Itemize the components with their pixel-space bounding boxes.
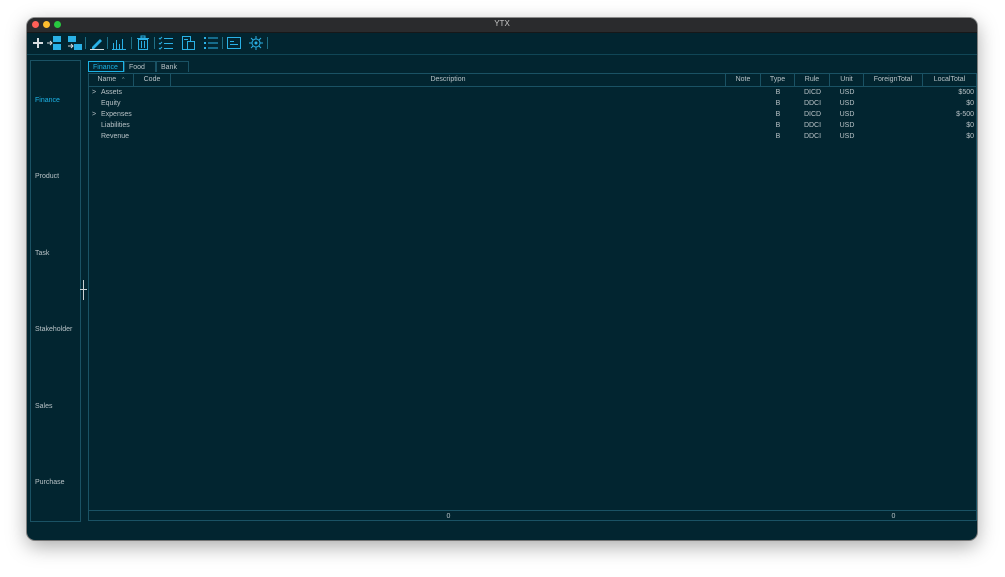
column-header-type[interactable]: Type bbox=[761, 74, 795, 86]
row-local-total: $0 bbox=[966, 100, 974, 107]
row-type: B bbox=[775, 122, 781, 129]
row-type: B bbox=[775, 111, 781, 118]
insert-left-icon[interactable] bbox=[46, 35, 62, 51]
insert-right-icon[interactable] bbox=[67, 35, 83, 51]
window-title: YTX bbox=[494, 19, 510, 28]
table-row[interactable]: > Expenses B DICD USD $-500 bbox=[89, 109, 976, 120]
sidebar-splitter-handle[interactable] bbox=[80, 280, 87, 300]
row-type: B bbox=[775, 100, 781, 107]
tab-finance[interactable]: Finance bbox=[88, 61, 124, 72]
column-header-description[interactable]: Description bbox=[171, 74, 726, 86]
sidebar-item-purchase[interactable]: Purchase bbox=[31, 479, 80, 486]
app-window: YTX Finance Product Task Stakeholder Sal… bbox=[27, 18, 977, 540]
list-icon[interactable] bbox=[203, 35, 219, 51]
row-type: B bbox=[775, 89, 781, 96]
tab-bank[interactable]: Bank bbox=[156, 61, 189, 72]
accounts-tree-table: Name ^ Code Description Note Type Rule Un… bbox=[88, 73, 977, 521]
sidebar-item-task[interactable]: Task bbox=[31, 250, 80, 257]
row-unit: USD bbox=[839, 133, 855, 140]
column-header-unit[interactable]: Unit bbox=[830, 74, 864, 86]
expand-chevron-icon[interactable]: > bbox=[92, 87, 96, 98]
row-rule: DDCI bbox=[803, 100, 822, 107]
sort-indicator-icon: ^ bbox=[122, 77, 125, 83]
sidebar-item-sales[interactable]: Sales bbox=[31, 403, 80, 410]
column-header-note[interactable]: Note bbox=[726, 74, 761, 86]
sidebar-item-finance[interactable]: Finance bbox=[31, 97, 80, 104]
table-row[interactable]: > Assets B DICD USD $500 bbox=[89, 87, 976, 98]
column-header-code[interactable]: Code bbox=[134, 74, 171, 86]
chart-icon[interactable] bbox=[111, 35, 127, 51]
row-rule: DICD bbox=[803, 111, 822, 118]
terminal-icon[interactable] bbox=[226, 35, 242, 51]
plus-icon[interactable] bbox=[30, 35, 46, 51]
row-local-total: $500 bbox=[958, 89, 974, 96]
column-header-rule[interactable]: Rule bbox=[795, 74, 830, 86]
row-type: B bbox=[775, 133, 781, 140]
toolbar bbox=[27, 33, 977, 53]
title-bar: YTX bbox=[27, 18, 977, 33]
sidebar-item-product[interactable]: Product bbox=[31, 173, 80, 180]
row-name: Revenue bbox=[101, 133, 130, 140]
footer-foreign-total: 0 bbox=[891, 513, 896, 520]
row-rule: DDCI bbox=[803, 122, 822, 129]
table-row[interactable]: Revenue B DDCI USD $0 bbox=[89, 131, 976, 142]
row-unit: USD bbox=[839, 89, 855, 96]
row-unit: USD bbox=[839, 100, 855, 107]
row-unit: USD bbox=[839, 122, 855, 129]
settings-icon[interactable] bbox=[248, 35, 264, 51]
column-header-name[interactable]: Name ^ bbox=[89, 74, 134, 86]
footer-description-total: 0 bbox=[446, 513, 451, 520]
expand-chevron-icon[interactable]: > bbox=[92, 109, 96, 120]
row-local-total: $0 bbox=[966, 133, 974, 140]
row-name: Equity bbox=[101, 100, 121, 107]
column-header-local-total[interactable]: LocalTotal bbox=[923, 74, 976, 86]
row-rule: DICD bbox=[803, 89, 822, 96]
table-header: Name ^ Code Description Note Type Rule Un… bbox=[89, 74, 976, 87]
table-row[interactable]: Liabilities B DDCI USD $0 bbox=[89, 120, 976, 131]
row-name: Liabilities bbox=[101, 122, 130, 129]
checklist-icon[interactable] bbox=[158, 35, 174, 51]
row-rule: DDCI bbox=[803, 133, 822, 140]
row-unit: USD bbox=[839, 111, 855, 118]
trash-icon[interactable] bbox=[135, 35, 151, 51]
row-local-total: $-500 bbox=[956, 111, 974, 118]
row-local-total: $0 bbox=[966, 122, 974, 129]
document-icon[interactable] bbox=[180, 35, 196, 51]
column-header-foreign-total[interactable]: ForeignTotal bbox=[864, 74, 923, 86]
table-row[interactable]: Equity B DDCI USD $0 bbox=[89, 98, 976, 109]
sidebar-item-stakeholder[interactable]: Stakeholder bbox=[31, 326, 80, 333]
row-name: Assets bbox=[101, 89, 123, 96]
edit-icon[interactable] bbox=[89, 35, 105, 51]
row-name: Expenses bbox=[101, 111, 132, 118]
tab-food[interactable]: Food bbox=[124, 61, 156, 72]
table-footer-totals: 0 0 bbox=[89, 510, 976, 522]
section-sidebar: Finance Product Task Stakeholder Sales P… bbox=[30, 60, 81, 522]
